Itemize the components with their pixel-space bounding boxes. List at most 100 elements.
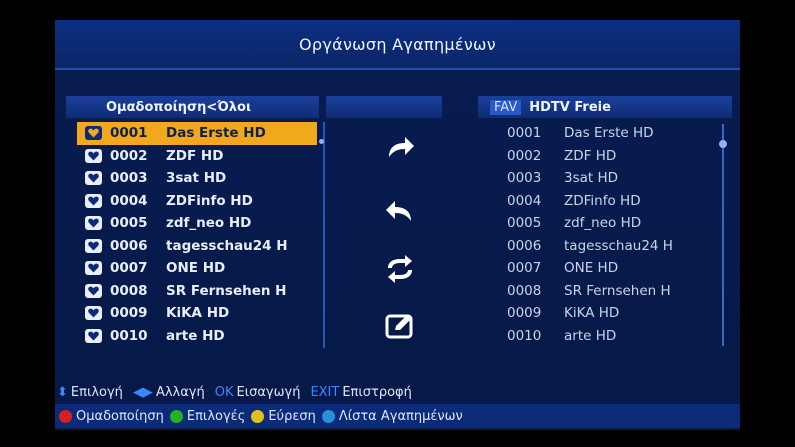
channel-name: ZDFinfo HD (564, 192, 641, 209)
move-channel-button[interactable] (375, 252, 425, 286)
left-right-icon: ◀▶ (132, 384, 153, 400)
channel-number: 0001 (507, 125, 542, 142)
channel-name: tagesschau24 H (564, 237, 673, 254)
channel-number: 0008 (110, 282, 148, 299)
left-list-header[interactable]: Ομαδοποίηση<Όλοι (66, 96, 319, 118)
add-to-favorites-button[interactable] (375, 131, 425, 165)
heart-icon (85, 283, 102, 298)
channel-row[interactable]: 0001 Das Erste HD (77, 122, 317, 145)
channel-number: 0008 (507, 282, 542, 299)
channel-row[interactable]: 0003 3sat HD (507, 167, 727, 190)
channel-name: KiKA HD (564, 305, 620, 322)
heart-icon (85, 306, 102, 321)
channel-number: 0010 (110, 327, 148, 344)
red-button-icon (59, 409, 72, 423)
channel-row[interactable]: 0004 ZDFinfo HD (507, 190, 727, 213)
help-back-label: Επιστροφή (342, 384, 412, 400)
channel-number: 0003 (110, 170, 148, 187)
channel-name: ZDFinfo HD (166, 192, 253, 209)
favorite-group-name: HDTV Freie (529, 99, 611, 115)
help-change-label: Αλλαγή (155, 384, 205, 400)
channel-name: Das Erste HD (564, 125, 654, 142)
channel-row[interactable]: 0010 arte HD (507, 325, 727, 348)
channel-row[interactable]: 0004 ZDFinfo HD (77, 190, 317, 213)
blue-key-favlist-button[interactable]: Λίστα Αγαπημένων (321, 408, 463, 424)
yellow-button-icon (251, 409, 265, 423)
remove-from-favorites-button[interactable] (375, 193, 425, 227)
heart-icon (85, 238, 102, 253)
channel-number: 0005 (507, 215, 542, 232)
green-key-label: Επιλογές (186, 408, 246, 424)
favorites-editor-panel: Οργάνωση Αγαπημένων Ομαδοποίηση<Όλοι FAV… (55, 20, 740, 430)
channel-row[interactable]: 0007 ONE HD (77, 257, 317, 280)
channel-name: arte HD (564, 327, 617, 344)
favorite-channels-list[interactable]: 0001 Das Erste HD 0002 ZDF HD 0003 3sat HD 000… (507, 122, 727, 347)
channel-row[interactable]: 0005 zdf_neo HD (77, 212, 317, 235)
heart-icon (85, 216, 102, 231)
help-change: ◀▶ Αλλαγή (133, 385, 205, 400)
exit-key: EXIT (310, 384, 340, 400)
channel-name: SR Fernsehen H (564, 282, 671, 299)
channel-row[interactable]: 0001 Das Erste HD (507, 122, 727, 145)
channel-name: ONE HD (564, 260, 619, 277)
channel-row[interactable]: 0003 3sat HD (77, 167, 317, 190)
heart-icon (85, 193, 102, 208)
channel-number: 0007 (110, 260, 148, 277)
left-scroll-thumb[interactable] (319, 139, 324, 144)
page-title: Οργάνωση Αγαπημένων (55, 20, 740, 70)
back-arrow-icon (386, 201, 411, 221)
green-key-options-button[interactable]: Επιλογές (169, 408, 246, 424)
channel-name: tagesschau24 H (166, 237, 288, 254)
channel-row[interactable]: 0002 ZDF HD (507, 145, 727, 168)
channel-row[interactable]: 0006 tagesschau24 H (77, 235, 317, 258)
left-divider (323, 122, 325, 348)
heart-icon (85, 328, 102, 343)
channel-name: ONE HD (166, 260, 226, 277)
swap-arrows-icon (388, 255, 412, 283)
yellow-key-label: Εύρεση (268, 408, 316, 424)
channel-name: Das Erste HD (166, 125, 266, 142)
blue-key-label: Λίστα Αγαπημένων (338, 408, 463, 424)
right-scrollbar[interactable] (722, 124, 724, 346)
all-channels-list[interactable]: 0001 Das Erste HD 0002 ZDF HD 0003 3sat HD 000… (77, 122, 317, 347)
channel-row[interactable]: 0008 SR Fernsehen H (507, 280, 727, 303)
channel-name: SR Fernsehen H (166, 282, 287, 299)
channel-name: ZDF HD (166, 147, 224, 164)
channel-number: 0004 (110, 192, 148, 209)
channel-row[interactable]: 0006 tagesschau24 H (507, 235, 727, 258)
channel-row[interactable]: 0009 KiKA HD (507, 302, 727, 325)
actions-header (326, 96, 442, 118)
blue-button-icon (321, 409, 335, 423)
rename-channel-button[interactable] (375, 309, 425, 343)
channel-number: 0009 (507, 305, 542, 322)
edit-icon (385, 314, 413, 339)
heart-icon (85, 126, 102, 141)
channel-row[interactable]: 0002 ZDF HD (77, 145, 317, 168)
ok-key: OK (214, 384, 234, 400)
channel-number: 0005 (110, 215, 148, 232)
heart-icon (85, 261, 102, 276)
channel-row[interactable]: 0005 zdf_neo HD (507, 212, 727, 235)
channel-row[interactable]: 0010 arte HD (77, 325, 317, 348)
help-insert-label: Εισαγωγή (236, 384, 301, 400)
up-down-icon: ⬍ (57, 384, 68, 400)
channel-name: ZDF HD (564, 147, 617, 164)
right-list-header[interactable]: FAV HDTV Freie (478, 96, 732, 118)
channel-name: KiKA HD (166, 305, 230, 322)
channel-row[interactable]: 0008 SR Fernsehen H (77, 280, 317, 303)
channel-number: 0010 (507, 327, 542, 344)
channel-number: 0006 (110, 237, 148, 254)
help-insert: OK Εισαγωγή (215, 385, 301, 400)
channel-name: zdf_neo HD (564, 215, 642, 232)
channel-name: zdf_neo HD (166, 215, 252, 232)
channel-number: 0002 (507, 147, 542, 164)
green-button-icon (169, 409, 183, 423)
right-scroll-thumb[interactable] (719, 140, 727, 148)
channel-number: 0002 (110, 147, 148, 164)
yellow-key-find-button[interactable]: Εύρεση (251, 409, 316, 424)
channel-number: 0009 (110, 305, 148, 322)
channel-row[interactable]: 0009 KiKA HD (77, 302, 317, 325)
red-key-group-button[interactable]: Ομαδοποίηση (59, 409, 164, 424)
color-key-bar: Ομαδοποίηση Επιλογές Εύρεση Λίστα Αγαπημ… (55, 404, 740, 428)
channel-row[interactable]: 0007 ONE HD (507, 257, 727, 280)
